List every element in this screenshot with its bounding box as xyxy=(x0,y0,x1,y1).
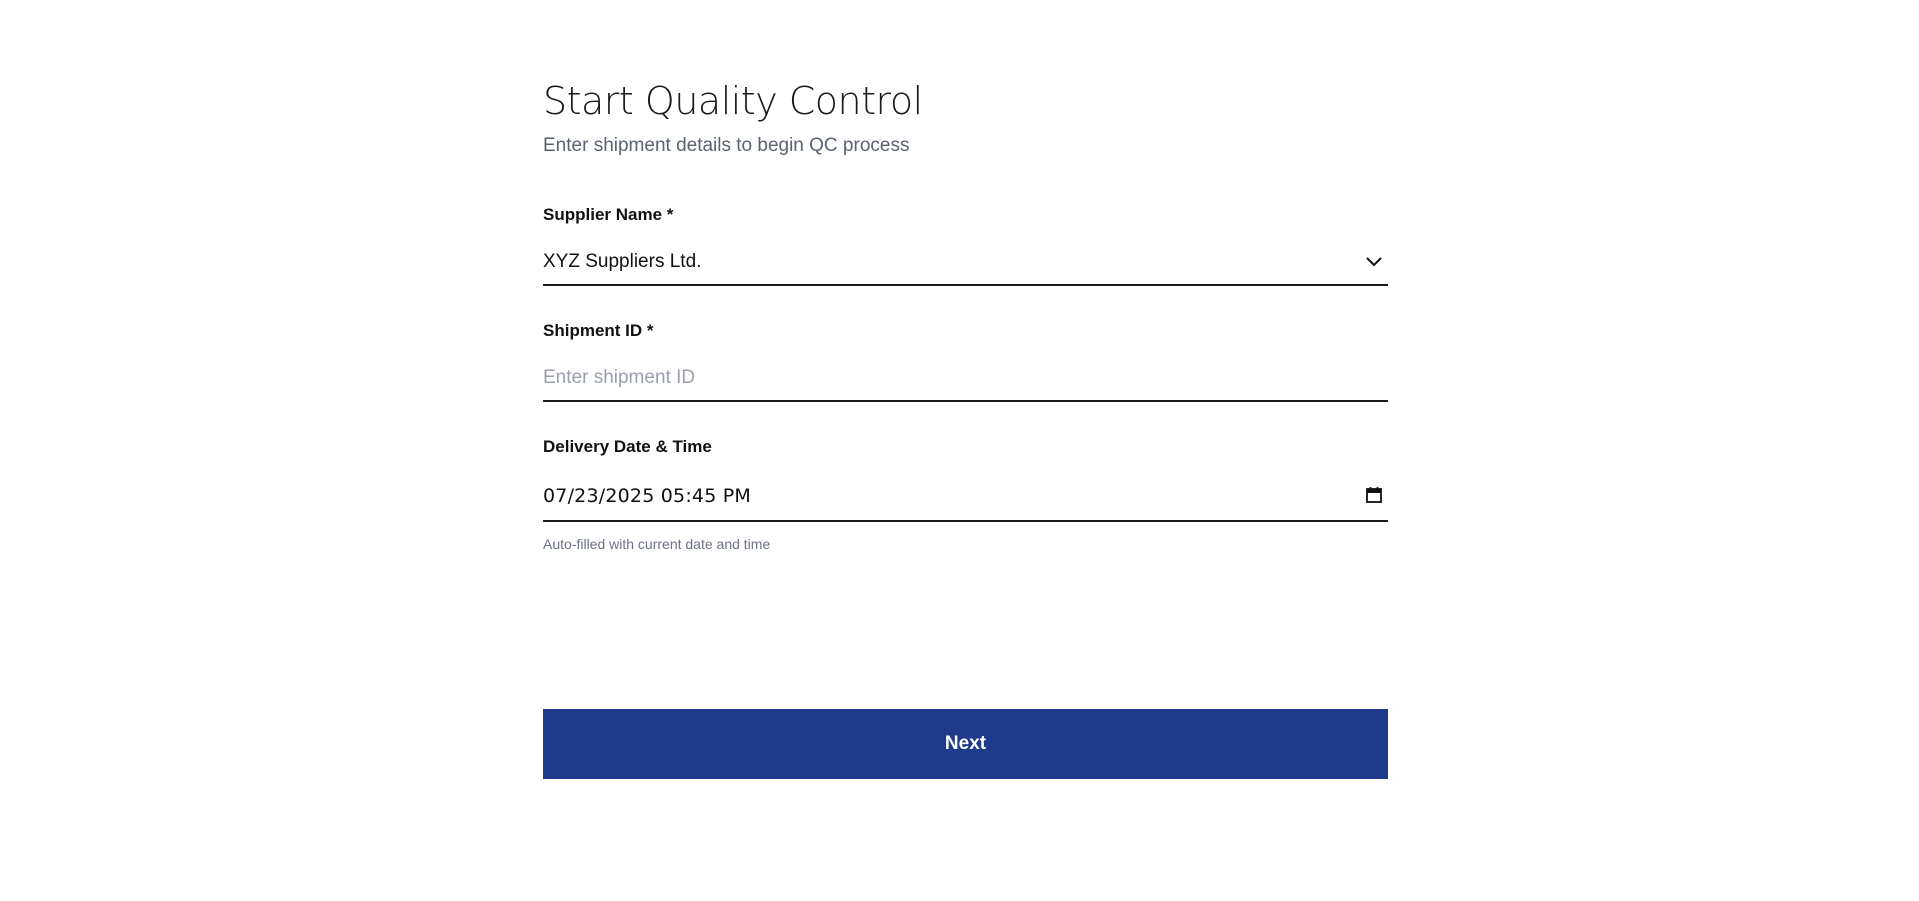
qc-start-form: Start Quality Control Enter shipment det… xyxy=(543,76,1388,779)
delivery-label: Delivery Date & Time xyxy=(543,437,712,456)
delivery-hint: Auto-filled with current date and time xyxy=(543,536,771,552)
supplier-select[interactable]: XYZ Suppliers Ltd. xyxy=(543,246,1388,286)
supplier-selected-value: XYZ Suppliers Ltd. xyxy=(543,251,702,272)
shipment-id-control xyxy=(543,362,1388,402)
delivery-field: Delivery Date & Time 07/23/2025 05:45 PM… xyxy=(543,436,1388,552)
shipment-id-field: Shipment ID * xyxy=(543,320,1388,402)
shipment-id-label: Shipment ID * xyxy=(543,321,654,340)
chevron-down-icon[interactable] xyxy=(1362,249,1386,273)
delivery-datetime-input[interactable]: 07/23/2025 05:45 PM xyxy=(543,478,1388,522)
page: Start Quality Control Enter shipment det… xyxy=(0,0,1919,901)
delivery-datetime-value: 07/23/2025 05:45 PM xyxy=(543,485,751,507)
page-subtitle: Enter shipment details to begin QC proce… xyxy=(543,135,910,156)
supplier-label: Supplier Name * xyxy=(543,205,674,224)
page-title: Start Quality Control xyxy=(543,79,923,123)
calendar-icon[interactable] xyxy=(1362,483,1386,507)
shipment-id-input[interactable] xyxy=(543,363,1388,399)
supplier-field: Supplier Name * XYZ Suppliers Ltd. xyxy=(543,204,1388,286)
next-button[interactable]: Next xyxy=(543,709,1388,779)
